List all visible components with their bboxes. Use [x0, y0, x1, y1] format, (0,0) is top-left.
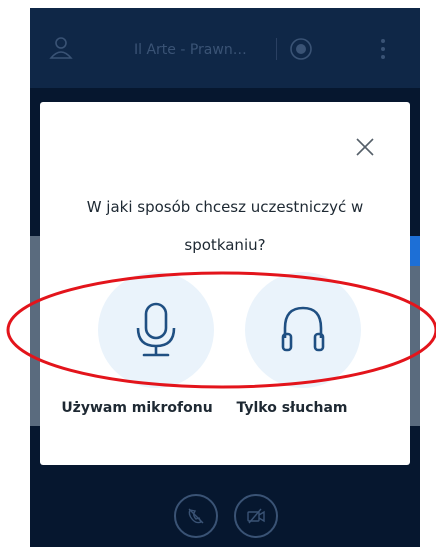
use-microphone-button[interactable]: Używam mikrofonu [61, 272, 220, 416]
audio-choice-dialog: W jaki sposób chcesz uczestniczyć w spot… [40, 102, 410, 465]
microphone-icon [136, 302, 176, 357]
phone-off-icon [188, 508, 204, 524]
top-bar: Il Arte - Prawn… [30, 8, 420, 88]
option-circle [98, 272, 214, 388]
meeting-title: Il Arte - Prawn… [134, 42, 247, 58]
meeting-app: Il Arte - Prawn… W jaki sposób chcesz uc… [30, 8, 420, 547]
user-icon[interactable] [48, 34, 74, 60]
headphones-icon [281, 306, 325, 352]
option-circle [245, 272, 361, 388]
close-icon[interactable] [352, 134, 378, 160]
video-off-icon [247, 508, 265, 524]
listen-only-button[interactable]: Tylko słucham [217, 272, 367, 416]
more-vertical-icon[interactable] [378, 36, 388, 62]
bottom-bar [30, 478, 420, 547]
divider [276, 38, 277, 60]
record-icon[interactable] [288, 36, 314, 62]
dialog-question: W jaki sposób chcesz uczestniczyć w spot… [86, 198, 364, 254]
video-toggle-button[interactable] [234, 494, 278, 538]
option-label-listen: Tylko słucham [236, 400, 348, 416]
option-label-microphone: Używam mikrofonu [61, 400, 213, 416]
hangup-button[interactable] [174, 494, 218, 538]
